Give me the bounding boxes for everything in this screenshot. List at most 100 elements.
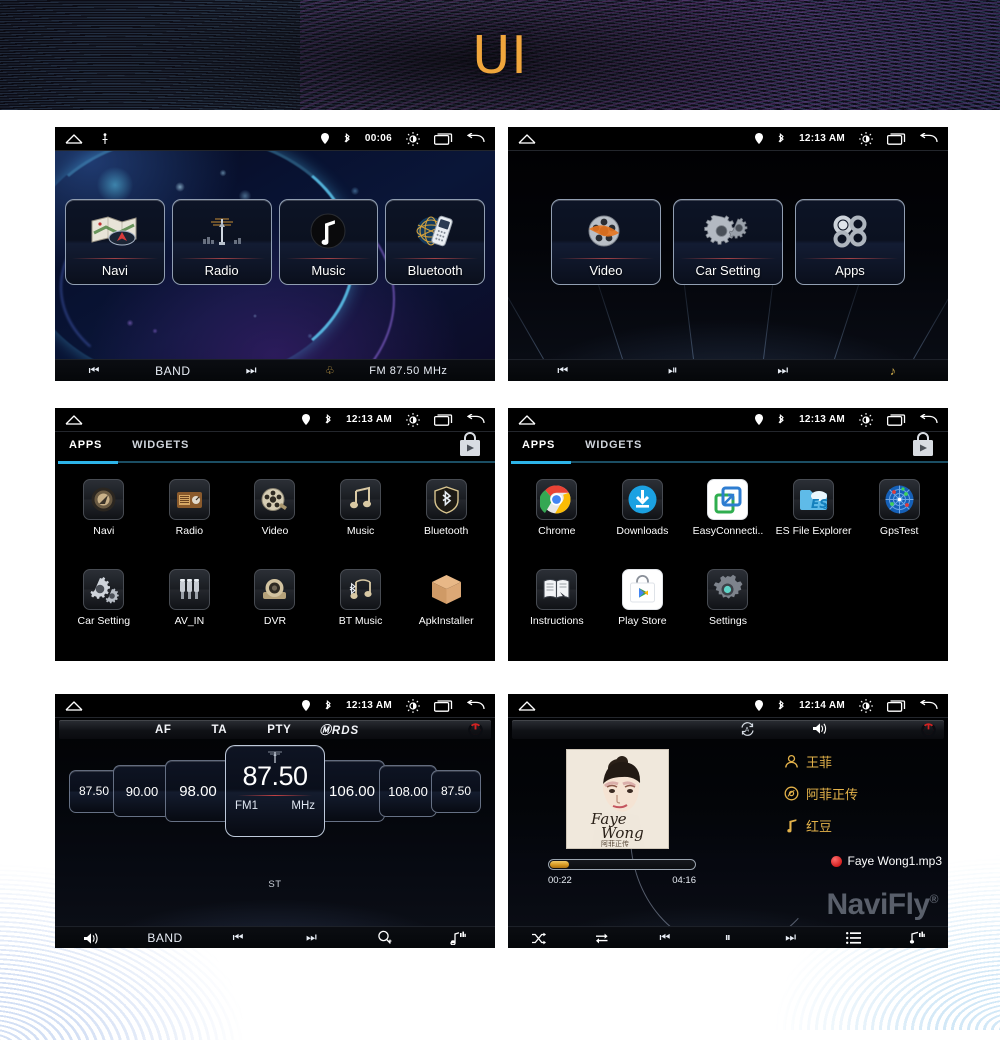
app-bt-music[interactable]: BT Music	[318, 564, 404, 654]
bluetooth-icon	[324, 699, 332, 712]
next-icon[interactable]: ⏭	[759, 930, 822, 945]
tile-apps[interactable]: Apps	[795, 199, 905, 285]
recents-icon[interactable]	[887, 413, 906, 426]
home-icon[interactable]	[65, 700, 83, 711]
app-label: Car Setting	[77, 614, 131, 627]
home-icon[interactable]	[65, 414, 83, 425]
prev-icon[interactable]: ⏮	[634, 930, 697, 945]
volume-icon[interactable]	[55, 930, 128, 944]
ta-button[interactable]: TA	[212, 724, 228, 736]
tile-car-setting[interactable]: Car Setting	[673, 199, 783, 285]
app-navi[interactable]: Navi	[61, 474, 147, 564]
brightness-icon[interactable]	[859, 131, 873, 146]
song-row: 红豆	[784, 816, 934, 835]
next-icon[interactable]: ⏭	[275, 930, 348, 945]
film-reel-icon	[254, 479, 296, 520]
app-play-store[interactable]: Play Store	[600, 564, 686, 654]
app-radio[interactable]: Radio	[147, 474, 233, 564]
rds-button[interactable]: ⓂRDS	[319, 722, 359, 738]
preset-7[interactable]: 87.50	[431, 769, 481, 813]
play-store-bag-icon[interactable]	[457, 432, 483, 458]
back-icon[interactable]	[920, 700, 938, 711]
prev-icon[interactable]: ⏮	[55, 363, 134, 378]
recents-icon[interactable]	[434, 413, 453, 426]
volume-icon[interactable]	[812, 722, 829, 736]
brightness-icon[interactable]	[406, 412, 420, 427]
recents-icon[interactable]	[434, 699, 453, 712]
preset-5[interactable]: 106.00	[319, 760, 385, 822]
tab-apps[interactable]: APPS	[522, 439, 555, 458]
next-icon[interactable]: ⏭	[728, 363, 838, 378]
repeat-icon[interactable]	[571, 930, 634, 944]
tile-music[interactable]: Music	[278, 199, 379, 285]
home-icon[interactable]	[518, 133, 536, 144]
home-icon[interactable]	[65, 133, 83, 144]
app-apkinstaller[interactable]: ApkInstaller	[403, 564, 489, 654]
pty-button[interactable]: PTY	[267, 724, 291, 736]
progress-bar[interactable]	[548, 859, 696, 870]
tile-video[interactable]: Video	[551, 199, 661, 285]
equalizer-icon[interactable]	[885, 930, 948, 945]
app-easyconnection[interactable]: EasyConnecti..	[685, 474, 771, 564]
brightness-icon[interactable]	[406, 698, 420, 713]
brightness-icon[interactable]	[859, 698, 873, 713]
tile-bluetooth[interactable]: Bluetooth	[385, 199, 485, 285]
tile-radio[interactable]: Radio	[171, 199, 272, 285]
equalizer-icon[interactable]	[422, 930, 495, 945]
preset-current[interactable]: 87.50 FM1 MHz	[225, 745, 325, 837]
prev-icon[interactable]: ⏮	[202, 930, 275, 945]
brightness-icon[interactable]	[859, 412, 873, 427]
scan-search-icon[interactable]	[348, 930, 421, 945]
preset-2[interactable]: 90.00	[113, 765, 171, 817]
banner-title: UI	[472, 26, 528, 86]
preset-3[interactable]: 98.00	[165, 760, 231, 822]
tab-widgets[interactable]: WIDGETS	[585, 439, 642, 458]
back-icon[interactable]	[467, 133, 485, 144]
back-icon[interactable]	[920, 414, 938, 425]
app-music[interactable]: Music	[318, 474, 404, 564]
tab-apps[interactable]: APPS	[69, 439, 102, 458]
app-bluetooth[interactable]: Bluetooth	[403, 474, 489, 564]
pause-icon[interactable]: ⏸	[697, 930, 760, 945]
current-file-row: Faye Wong1.mp3	[830, 854, 942, 868]
app-chrome[interactable]: Chrome	[514, 474, 600, 564]
tile-navi[interactable]: Navi	[65, 199, 165, 285]
prev-icon[interactable]: ⏮	[508, 363, 618, 378]
play-store-bag-icon[interactable]	[910, 432, 936, 458]
bluetooth-phone-icon	[386, 206, 484, 256]
power-icon[interactable]	[468, 722, 483, 737]
drawer2-row-2: Instructions Play Store Settings	[514, 564, 942, 654]
back-icon[interactable]	[467, 700, 485, 711]
app-instructions[interactable]: Instructions	[514, 564, 600, 654]
af-button[interactable]: AF	[155, 724, 172, 736]
recents-icon[interactable]	[434, 132, 453, 145]
playlist-icon[interactable]	[822, 931, 885, 945]
home-icon[interactable]	[518, 414, 536, 425]
gps-icon	[320, 133, 329, 144]
total-time: 04:16	[672, 875, 696, 886]
next-icon[interactable]: ⏭	[212, 363, 291, 378]
recents-icon[interactable]	[887, 699, 906, 712]
tab-widgets[interactable]: WIDGETS	[132, 439, 189, 458]
music-note-icon[interactable]: ♪	[838, 364, 948, 378]
app-car-setting[interactable]: Car Setting	[61, 564, 147, 654]
back-icon[interactable]	[467, 414, 485, 425]
brightness-icon[interactable]	[406, 131, 420, 146]
band-button[interactable]: BAND	[134, 364, 213, 378]
shuffle-icon[interactable]	[508, 930, 571, 945]
back-icon[interactable]	[920, 133, 938, 144]
app-video[interactable]: Video	[232, 474, 318, 564]
home-icon[interactable]	[518, 700, 536, 711]
app-es-file-explorer[interactable]: ES 3 ES File Explorer	[771, 474, 857, 564]
app-dvr[interactable]: DVR	[232, 564, 318, 654]
app-av-in[interactable]: AV_IN	[147, 564, 233, 654]
app-settings[interactable]: Settings	[685, 564, 771, 654]
preset-1[interactable]: 87.50	[69, 769, 119, 813]
band-button[interactable]: BAND	[128, 931, 201, 945]
preset-6[interactable]: 108.00	[379, 765, 437, 817]
app-gpstest[interactable]: GpsTest	[856, 474, 942, 564]
power-icon[interactable]	[921, 722, 936, 737]
app-downloads[interactable]: Downloads	[600, 474, 686, 564]
recents-icon[interactable]	[887, 132, 906, 145]
play-pause-icon[interactable]: ⏯	[618, 363, 728, 378]
